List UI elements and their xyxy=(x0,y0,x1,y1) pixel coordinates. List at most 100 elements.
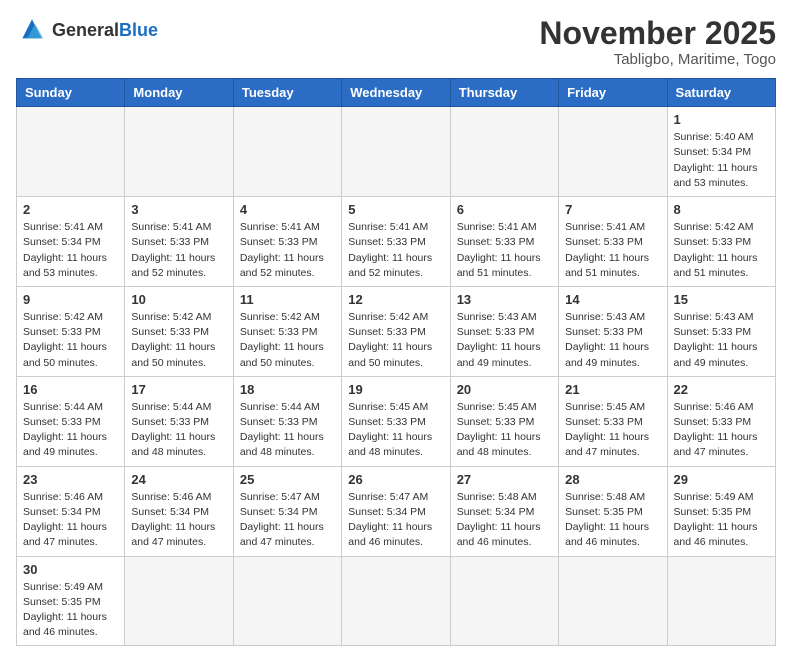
table-row: 4Sunrise: 5:41 AM Sunset: 5:33 PM Daylig… xyxy=(233,197,341,287)
table-row xyxy=(125,556,233,646)
day-number: 11 xyxy=(240,292,335,307)
day-number: 3 xyxy=(131,202,226,217)
day-info: Sunrise: 5:41 AM Sunset: 5:33 PM Dayligh… xyxy=(131,220,226,281)
day-info: Sunrise: 5:42 AM Sunset: 5:33 PM Dayligh… xyxy=(131,310,226,371)
table-row: 30 Sunrise: 5:49 AM Sunset: 5:35 PM Dayli… xyxy=(17,556,125,646)
day-number: 18 xyxy=(240,382,335,397)
day-info: Sunrise: 5:43 AM Sunset: 5:33 PM Dayligh… xyxy=(565,310,660,371)
day-info: Sunrise: 5:40 AM Sunset: 5:34 PM Dayligh… xyxy=(674,130,769,191)
table-row: 17 Sunrise: 5:44 AM Sunset: 5:33 PM Dayli… xyxy=(125,376,233,466)
table-row xyxy=(667,556,775,646)
table-row: 12 Sunrise: 5:42 AM Sunset: 5:33 PM Dayli… xyxy=(342,286,450,376)
calendar-week-row: 30 Sunrise: 5:49 AM Sunset: 5:35 PM Dayli… xyxy=(17,556,776,646)
day-number: 27 xyxy=(457,472,552,487)
table-row: 2 Sunrise: 5:41 AM Sunset: 5:34 PM Daylig… xyxy=(17,197,125,287)
day-number: 19 xyxy=(348,382,443,397)
calendar-week-row: 1 Sunrise: 5:40 AM Sunset: 5:34 PM Daylig… xyxy=(17,107,776,197)
table-row: 11 Sunrise: 5:42 AM Sunset: 5:33 PM Dayli… xyxy=(233,286,341,376)
day-info: Sunrise: 5:42 AM Sunset: 5:33 PM Dayligh… xyxy=(674,220,769,281)
day-info: Sunrise: 5:44 AM Sunset: 5:33 PM Dayligh… xyxy=(131,400,226,461)
table-row xyxy=(342,107,450,197)
day-number: 23 xyxy=(23,472,118,487)
day-number: 1 xyxy=(674,112,769,127)
table-row: 24 Sunrise: 5:46 AM Sunset: 5:34 PM Dayli… xyxy=(125,466,233,556)
day-info: Sunrise: 5:41 AM Sunset: 5:33 PM Dayligh… xyxy=(348,220,443,281)
day-info: Sunrise: 5:44 AM Sunset: 5:33 PM Dayligh… xyxy=(23,400,118,461)
table-row: 15Sunrise: 5:43 AM Sunset: 5:33 PM Dayli… xyxy=(667,286,775,376)
col-sunday: Sunday xyxy=(17,79,125,107)
day-info: Sunrise: 5:43 AM Sunset: 5:33 PM Dayligh… xyxy=(457,310,552,371)
day-info: Sunrise: 5:48 AM Sunset: 5:35 PM Dayligh… xyxy=(565,490,660,551)
day-info: Sunrise: 5:46 AM Sunset: 5:34 PM Dayligh… xyxy=(131,490,226,551)
day-info: Sunrise: 5:45 AM Sunset: 5:33 PM Dayligh… xyxy=(565,400,660,461)
day-number: 2 xyxy=(23,202,118,217)
day-number: 4 xyxy=(240,202,335,217)
day-info: Sunrise: 5:48 AM Sunset: 5:34 PM Dayligh… xyxy=(457,490,552,551)
day-info: Sunrise: 5:44 AM Sunset: 5:33 PM Dayligh… xyxy=(240,400,335,461)
month-title: November 2025 xyxy=(539,16,776,51)
table-row xyxy=(450,556,558,646)
day-number: 20 xyxy=(457,382,552,397)
title-block: November 2025 Tabligbo, Maritime, Togo xyxy=(539,16,776,68)
day-info: Sunrise: 5:47 AM Sunset: 5:34 PM Dayligh… xyxy=(348,490,443,551)
table-row: 6 Sunrise: 5:41 AM Sunset: 5:33 PM Daylig… xyxy=(450,197,558,287)
day-info: Sunrise: 5:41 AM Sunset: 5:34 PM Dayligh… xyxy=(23,220,118,281)
day-number: 7 xyxy=(565,202,660,217)
col-friday: Friday xyxy=(559,79,667,107)
table-row: 27 Sunrise: 5:48 AM Sunset: 5:34 PM Dayli… xyxy=(450,466,558,556)
day-info: Sunrise: 5:42 AM Sunset: 5:33 PM Dayligh… xyxy=(23,310,118,371)
table-row: 5Sunrise: 5:41 AM Sunset: 5:33 PM Daylig… xyxy=(342,197,450,287)
day-info: Sunrise: 5:42 AM Sunset: 5:33 PM Dayligh… xyxy=(240,310,335,371)
day-info: Sunrise: 5:45 AM Sunset: 5:33 PM Dayligh… xyxy=(348,400,443,461)
day-number: 10 xyxy=(131,292,226,307)
day-info: Sunrise: 5:46 AM Sunset: 5:33 PM Dayligh… xyxy=(674,400,769,461)
table-row: 29Sunrise: 5:49 AM Sunset: 5:35 PM Dayli… xyxy=(667,466,775,556)
day-number: 21 xyxy=(565,382,660,397)
table-row xyxy=(233,556,341,646)
day-info: Sunrise: 5:46 AM Sunset: 5:34 PM Dayligh… xyxy=(23,490,118,551)
table-row: 13Sunrise: 5:43 AM Sunset: 5:33 PM Dayli… xyxy=(450,286,558,376)
calendar-table: Sunday Monday Tuesday Wednesday Thursday… xyxy=(16,78,776,646)
table-row: 9Sunrise: 5:42 AM Sunset: 5:33 PM Daylig… xyxy=(17,286,125,376)
table-row: 26 Sunrise: 5:47 AM Sunset: 5:34 PM Dayli… xyxy=(342,466,450,556)
table-row: 21 Sunrise: 5:45 AM Sunset: 5:33 PM Dayli… xyxy=(559,376,667,466)
day-number: 24 xyxy=(131,472,226,487)
day-info: Sunrise: 5:49 AM Sunset: 5:35 PM Dayligh… xyxy=(23,580,118,641)
day-number: 17 xyxy=(131,382,226,397)
day-info: Sunrise: 5:42 AM Sunset: 5:33 PM Dayligh… xyxy=(348,310,443,371)
table-row xyxy=(17,107,125,197)
table-row xyxy=(342,556,450,646)
calendar-week-row: 16Sunrise: 5:44 AM Sunset: 5:33 PM Dayli… xyxy=(17,376,776,466)
day-number: 12 xyxy=(348,292,443,307)
col-tuesday: Tuesday xyxy=(233,79,341,107)
day-info: Sunrise: 5:47 AM Sunset: 5:34 PM Dayligh… xyxy=(240,490,335,551)
day-number: 30 xyxy=(23,562,118,577)
table-row: 14 Sunrise: 5:43 AM Sunset: 5:33 PM Dayli… xyxy=(559,286,667,376)
logo-icon xyxy=(16,16,48,44)
col-thursday: Thursday xyxy=(450,79,558,107)
calendar-week-row: 2 Sunrise: 5:41 AM Sunset: 5:34 PM Daylig… xyxy=(17,197,776,287)
table-row xyxy=(559,556,667,646)
day-info: Sunrise: 5:45 AM Sunset: 5:33 PM Dayligh… xyxy=(457,400,552,461)
table-row: 7Sunrise: 5:41 AM Sunset: 5:33 PM Daylig… xyxy=(559,197,667,287)
day-info: Sunrise: 5:41 AM Sunset: 5:33 PM Dayligh… xyxy=(457,220,552,281)
table-row xyxy=(125,107,233,197)
day-number: 26 xyxy=(348,472,443,487)
day-number: 6 xyxy=(457,202,552,217)
table-row: 19 Sunrise: 5:45 AM Sunset: 5:33 PM Dayli… xyxy=(342,376,450,466)
day-number: 22 xyxy=(674,382,769,397)
table-row: 22 Sunrise: 5:46 AM Sunset: 5:33 PM Dayli… xyxy=(667,376,775,466)
col-wednesday: Wednesday xyxy=(342,79,450,107)
calendar-header-row: Sunday Monday Tuesday Wednesday Thursday… xyxy=(17,79,776,107)
day-number: 8 xyxy=(674,202,769,217)
logo: GeneralBlue xyxy=(16,16,158,44)
col-saturday: Saturday xyxy=(667,79,775,107)
table-row: 16Sunrise: 5:44 AM Sunset: 5:33 PM Dayli… xyxy=(17,376,125,466)
table-row: 23 Sunrise: 5:46 AM Sunset: 5:34 PM Dayli… xyxy=(17,466,125,556)
table-row: 10 Sunrise: 5:42 AM Sunset: 5:33 PM Dayli… xyxy=(125,286,233,376)
day-number: 14 xyxy=(565,292,660,307)
day-number: 29 xyxy=(674,472,769,487)
table-row: 8 Sunrise: 5:42 AM Sunset: 5:33 PM Daylig… xyxy=(667,197,775,287)
location-title: Tabligbo, Maritime, Togo xyxy=(539,51,776,68)
day-info: Sunrise: 5:43 AM Sunset: 5:33 PM Dayligh… xyxy=(674,310,769,371)
